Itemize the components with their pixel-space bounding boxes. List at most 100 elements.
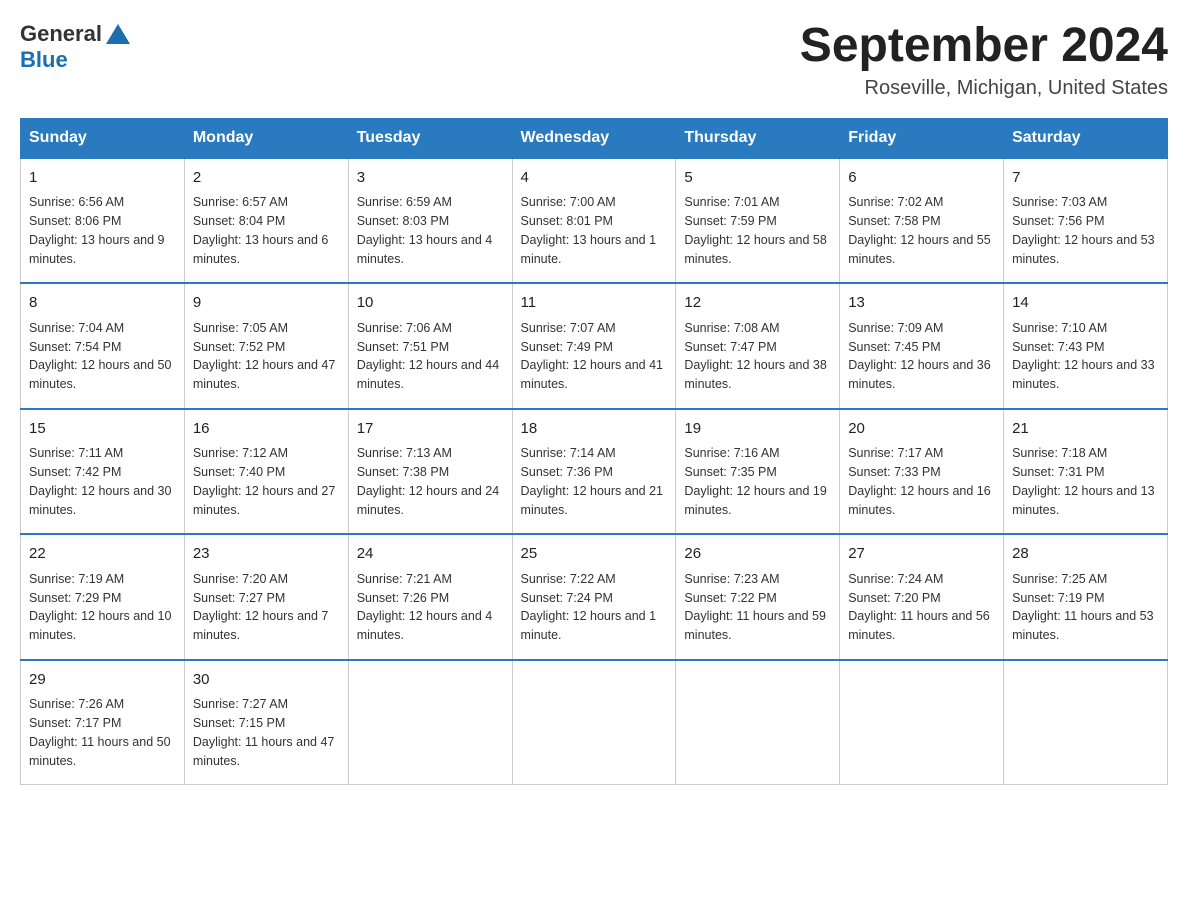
day-number: 17 <box>357 418 504 441</box>
week-row-2: 8Sunrise: 7:04 AMSunset: 7:54 PMDaylight… <box>21 283 1168 409</box>
calendar-cell <box>840 660 1004 785</box>
day-header-friday: Friday <box>840 118 1004 158</box>
calendar-cell: 24 Sunrise: 7:21 AMSunset: 7:26 PMDayligh… <box>348 534 512 660</box>
day-number: 21 <box>1012 418 1159 441</box>
calendar-cell: 26 Sunrise: 7:23 AMSunset: 7:22 PMDayligh… <box>676 534 840 660</box>
day-number: 12 <box>684 292 831 315</box>
day-header-sunday: Sunday <box>21 118 185 158</box>
week-row-3: 15 Sunrise: 7:11 AMSunset: 7:42 PMDayligh… <box>21 409 1168 535</box>
calendar-cell: 16 Sunrise: 7:12 AMSunset: 7:40 PMDayligh… <box>184 409 348 535</box>
week-row-5: 29 Sunrise: 7:26 AMSunset: 7:17 PMDayligh… <box>21 660 1168 785</box>
day-info: Sunrise: 7:21 AMSunset: 7:26 PMDaylight:… <box>357 572 493 642</box>
day-header-tuesday: Tuesday <box>348 118 512 158</box>
day-number: 27 <box>848 543 995 566</box>
day-header-saturday: Saturday <box>1004 118 1168 158</box>
calendar-cell: 2 Sunrise: 6:57 AMSunset: 8:04 PMDaylight… <box>184 158 348 284</box>
day-info: Sunrise: 7:06 AMSunset: 7:51 PMDaylight:… <box>357 321 499 391</box>
day-info: Sunrise: 7:02 AMSunset: 7:58 PMDaylight:… <box>848 195 990 265</box>
day-number: 18 <box>521 418 668 441</box>
day-info: Sunrise: 7:16 AMSunset: 7:35 PMDaylight:… <box>684 446 826 516</box>
day-number: 2 <box>193 167 340 190</box>
calendar-cell: 3 Sunrise: 6:59 AMSunset: 8:03 PMDaylight… <box>348 158 512 284</box>
day-info: Sunrise: 7:11 AMSunset: 7:42 PMDaylight:… <box>29 446 171 516</box>
day-number: 3 <box>357 167 504 190</box>
day-number: 19 <box>684 418 831 441</box>
day-number: 4 <box>521 167 668 190</box>
day-info: Sunrise: 7:14 AMSunset: 7:36 PMDaylight:… <box>521 446 663 516</box>
day-info: Sunrise: 7:01 AMSunset: 7:59 PMDaylight:… <box>684 195 826 265</box>
day-info: Sunrise: 7:08 AMSunset: 7:47 PMDaylight:… <box>684 321 826 391</box>
day-info: Sunrise: 7:23 AMSunset: 7:22 PMDaylight:… <box>684 572 826 642</box>
day-number: 24 <box>357 543 504 566</box>
day-header-thursday: Thursday <box>676 118 840 158</box>
calendar-cell: 15 Sunrise: 7:11 AMSunset: 7:42 PMDayligh… <box>21 409 185 535</box>
title-block: September 2024 Roseville, Michigan, Unit… <box>800 20 1168 100</box>
week-row-4: 22 Sunrise: 7:19 AMSunset: 7:29 PMDayligh… <box>21 534 1168 660</box>
location-subtitle: Roseville, Michigan, United States <box>800 77 1168 100</box>
calendar-cell: 25Sunrise: 7:22 AMSunset: 7:24 PMDayligh… <box>512 534 676 660</box>
calendar-cell: 29 Sunrise: 7:26 AMSunset: 7:17 PMDayligh… <box>21 660 185 785</box>
week-row-1: 1Sunrise: 6:56 AMSunset: 8:06 PMDaylight… <box>21 158 1168 284</box>
day-info: Sunrise: 7:09 AMSunset: 7:45 PMDaylight:… <box>848 321 990 391</box>
calendar-cell: 28Sunrise: 7:25 AMSunset: 7:19 PMDayligh… <box>1004 534 1168 660</box>
day-info: Sunrise: 7:13 AMSunset: 7:38 PMDaylight:… <box>357 446 499 516</box>
day-number: 5 <box>684 167 831 190</box>
calendar-cell: 13 Sunrise: 7:09 AMSunset: 7:45 PMDayligh… <box>840 283 1004 409</box>
calendar-cell: 11 Sunrise: 7:07 AMSunset: 7:49 PMDayligh… <box>512 283 676 409</box>
day-number: 1 <box>29 167 176 190</box>
day-header-wednesday: Wednesday <box>512 118 676 158</box>
day-number: 14 <box>1012 292 1159 315</box>
day-info: Sunrise: 7:27 AMSunset: 7:15 PMDaylight:… <box>193 697 335 767</box>
day-number: 13 <box>848 292 995 315</box>
page-header: General Blue September 2024 Roseville, M… <box>20 20 1168 100</box>
day-number: 20 <box>848 418 995 441</box>
calendar-cell: 9 Sunrise: 7:05 AMSunset: 7:52 PMDaylight… <box>184 283 348 409</box>
calendar-cell: 4 Sunrise: 7:00 AMSunset: 8:01 PMDaylight… <box>512 158 676 284</box>
calendar-cell: 12 Sunrise: 7:08 AMSunset: 7:47 PMDayligh… <box>676 283 840 409</box>
day-number: 29 <box>29 669 176 692</box>
day-info: Sunrise: 7:05 AMSunset: 7:52 PMDaylight:… <box>193 321 335 391</box>
calendar-cell: 5 Sunrise: 7:01 AMSunset: 7:59 PMDaylight… <box>676 158 840 284</box>
day-info: Sunrise: 6:57 AMSunset: 8:04 PMDaylight:… <box>193 195 329 265</box>
day-number: 7 <box>1012 167 1159 190</box>
calendar-cell: 8Sunrise: 7:04 AMSunset: 7:54 PMDaylight… <box>21 283 185 409</box>
calendar-cell: 30Sunrise: 7:27 AMSunset: 7:15 PMDayligh… <box>184 660 348 785</box>
day-info: Sunrise: 7:24 AMSunset: 7:20 PMDaylight:… <box>848 572 990 642</box>
day-info: Sunrise: 7:20 AMSunset: 7:27 PMDaylight:… <box>193 572 329 642</box>
day-number: 15 <box>29 418 176 441</box>
day-info: Sunrise: 7:18 AMSunset: 7:31 PMDaylight:… <box>1012 446 1154 516</box>
day-number: 10 <box>357 292 504 315</box>
day-info: Sunrise: 7:26 AMSunset: 7:17 PMDaylight:… <box>29 697 171 767</box>
calendar-cell: 1Sunrise: 6:56 AMSunset: 8:06 PMDaylight… <box>21 158 185 284</box>
calendar-cell <box>676 660 840 785</box>
day-number: 25 <box>521 543 668 566</box>
calendar-cell: 10 Sunrise: 7:06 AMSunset: 7:51 PMDayligh… <box>348 283 512 409</box>
day-info: Sunrise: 6:59 AMSunset: 8:03 PMDaylight:… <box>357 195 493 265</box>
day-info: Sunrise: 7:19 AMSunset: 7:29 PMDaylight:… <box>29 572 171 642</box>
day-info: Sunrise: 7:10 AMSunset: 7:43 PMDaylight:… <box>1012 321 1154 391</box>
day-number: 16 <box>193 418 340 441</box>
day-info: Sunrise: 7:00 AMSunset: 8:01 PMDaylight:… <box>521 195 657 265</box>
calendar-cell <box>1004 660 1168 785</box>
day-info: Sunrise: 7:12 AMSunset: 7:40 PMDaylight:… <box>193 446 335 516</box>
calendar-table: SundayMondayTuesdayWednesdayThursdayFrid… <box>20 118 1168 786</box>
calendar-cell <box>348 660 512 785</box>
day-number: 11 <box>521 292 668 315</box>
calendar-cell: 17 Sunrise: 7:13 AMSunset: 7:38 PMDayligh… <box>348 409 512 535</box>
calendar-cell: 6Sunrise: 7:02 AMSunset: 7:58 PMDaylight… <box>840 158 1004 284</box>
day-number: 28 <box>1012 543 1159 566</box>
day-info: Sunrise: 7:07 AMSunset: 7:49 PMDaylight:… <box>521 321 663 391</box>
day-number: 9 <box>193 292 340 315</box>
calendar-cell: 7 Sunrise: 7:03 AMSunset: 7:56 PMDaylight… <box>1004 158 1168 284</box>
calendar-cell <box>512 660 676 785</box>
calendar-cell: 23 Sunrise: 7:20 AMSunset: 7:27 PMDayligh… <box>184 534 348 660</box>
calendar-cell: 27 Sunrise: 7:24 AMSunset: 7:20 PMDayligh… <box>840 534 1004 660</box>
day-number: 26 <box>684 543 831 566</box>
day-number: 23 <box>193 543 340 566</box>
calendar-cell: 21 Sunrise: 7:18 AMSunset: 7:31 PMDayligh… <box>1004 409 1168 535</box>
calendar-cell: 22 Sunrise: 7:19 AMSunset: 7:29 PMDayligh… <box>21 534 185 660</box>
logo: General Blue <box>20 20 132 72</box>
calendar-cell: 18 Sunrise: 7:14 AMSunset: 7:36 PMDayligh… <box>512 409 676 535</box>
day-number: 22 <box>29 543 176 566</box>
day-info: Sunrise: 7:03 AMSunset: 7:56 PMDaylight:… <box>1012 195 1154 265</box>
